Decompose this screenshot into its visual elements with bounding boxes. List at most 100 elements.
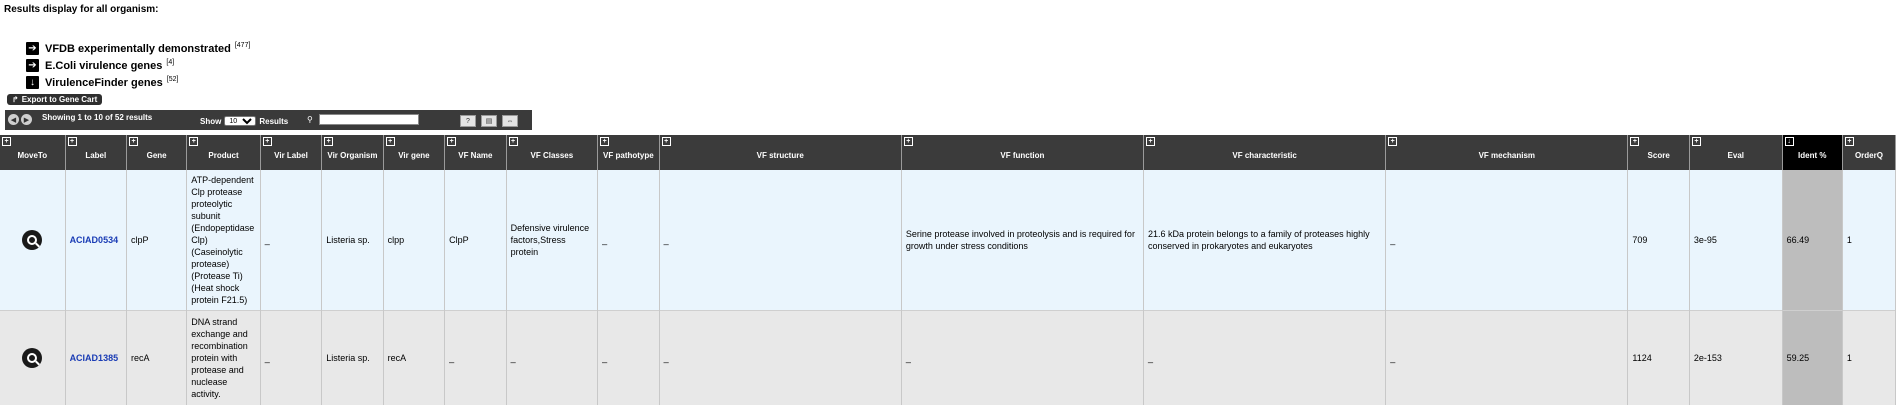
arrow-down-icon: ↓ xyxy=(26,76,39,89)
vf-characteristic-cell: _ xyxy=(1144,311,1386,405)
moveto-cell xyxy=(0,311,65,405)
expand-column-icon[interactable]: + xyxy=(189,137,198,146)
help-icon[interactable]: ? xyxy=(460,115,476,127)
score-cell: 1124 xyxy=(1628,311,1689,405)
vf-source-label: VirulenceFinder genes xyxy=(45,77,163,89)
vf-pathotype-cell: _ xyxy=(598,311,659,405)
expand-column-icon[interactable]: + xyxy=(129,137,138,146)
vf-pathotype-cell: _ xyxy=(598,170,659,311)
vf-source-count: [477] xyxy=(235,42,251,49)
save-icon[interactable]: ▤ xyxy=(481,115,497,127)
table-header-row: +MoveTo +Label +Gene +Product +Vir Label… xyxy=(0,135,1896,170)
vir-label-cell: _ xyxy=(260,311,321,405)
col-header-vf-classes[interactable]: +VF Classes xyxy=(506,135,598,170)
next-page-button[interactable]: ▶ xyxy=(21,114,32,125)
col-header-vir-organism[interactable]: +Vir Organism xyxy=(322,135,383,170)
vf-source-vfdb[interactable]: ➔ VFDB experimentally demonstrated [477] xyxy=(26,40,250,57)
vf-name-cell: ClpP xyxy=(445,170,506,311)
col-header-moveto[interactable]: +MoveTo xyxy=(0,135,65,170)
pagination-nav: ◀ ▶ xyxy=(8,114,32,125)
vf-characteristic-cell: 21.6 kDa protein belongs to a family of … xyxy=(1144,170,1386,311)
eval-cell: 3e-95 xyxy=(1689,170,1782,311)
col-header-vf-characteristic[interactable]: +VF characteristic xyxy=(1144,135,1386,170)
expand-column-icon[interactable]: + xyxy=(68,137,77,146)
vf-mechanism-cell: _ xyxy=(1386,311,1628,405)
search-icon: ⚲ xyxy=(307,115,313,124)
vf-structure-cell: _ xyxy=(659,311,901,405)
results-label: Results xyxy=(259,117,288,126)
col-header-vir-gene[interactable]: +Vir gene xyxy=(383,135,444,170)
vir-label-cell: _ xyxy=(260,170,321,311)
arrow-right-icon: ➔ xyxy=(26,42,39,55)
ident-cell: 59.25 xyxy=(1782,311,1842,405)
score-cell: 709 xyxy=(1628,170,1689,311)
expand-column-icon[interactable]: + xyxy=(1388,137,1397,146)
col-header-vf-pathotype[interactable]: +VF pathotype xyxy=(598,135,659,170)
search-input[interactable] xyxy=(319,114,419,125)
vf-source-list: ➔ VFDB experimentally demonstrated [477]… xyxy=(26,40,250,91)
col-header-label[interactable]: +Label xyxy=(65,135,126,170)
vir-gene-cell: recA xyxy=(383,311,444,405)
sort-descending-icon[interactable]: ↓ xyxy=(1785,137,1794,146)
col-header-ident[interactable]: ↓Ident % xyxy=(1782,135,1842,170)
expand-column-icon[interactable]: + xyxy=(324,137,333,146)
col-header-vf-name[interactable]: +VF Name xyxy=(445,135,506,170)
page-size-control: Show 10 Results xyxy=(200,116,288,126)
expand-column-icon[interactable]: + xyxy=(1146,137,1155,146)
vf-source-label: VFDB experimentally demonstrated xyxy=(45,43,231,55)
results-count: Showing 1 to 10 of 52 results xyxy=(42,113,152,122)
expand-column-icon[interactable]: + xyxy=(509,137,518,146)
vf-function-cell: _ xyxy=(901,311,1143,405)
vf-source-ecoli[interactable]: ➔ E.Coli virulence genes [4] xyxy=(26,57,250,74)
previous-page-button[interactable]: ◀ xyxy=(8,114,19,125)
label-cell: ACIAD0534 xyxy=(65,170,126,311)
vf-source-virulencefinder[interactable]: ↓ VirulenceFinder genes [52] xyxy=(26,74,250,91)
expand-column-icon[interactable]: + xyxy=(2,137,11,146)
gene-cell: clpP xyxy=(127,170,187,311)
table-search: ⚲ xyxy=(307,114,419,125)
col-header-vf-mechanism[interactable]: +VF mechanism xyxy=(1386,135,1628,170)
orderq-cell: 1 xyxy=(1842,170,1895,311)
expand-column-icon[interactable]: + xyxy=(600,137,609,146)
label-cell: ACIAD1385 xyxy=(65,311,126,405)
col-header-vir-label[interactable]: +Vir Label xyxy=(260,135,321,170)
moveto-cell xyxy=(0,170,65,311)
expand-column-icon[interactable]: + xyxy=(1845,137,1854,146)
vir-organism-cell: Listeria sp. xyxy=(322,170,383,311)
gene-label-link[interactable]: ACIAD1385 xyxy=(70,353,119,363)
expand-column-icon[interactable]: + xyxy=(904,137,913,146)
expand-column-icon[interactable]: + xyxy=(1692,137,1701,146)
expand-column-icon[interactable]: + xyxy=(447,137,456,146)
show-label: Show xyxy=(200,117,221,126)
vf-function-cell: Serine protease involved in proteolysis … xyxy=(901,170,1143,311)
vf-structure-cell: _ xyxy=(659,170,901,311)
expand-column-icon[interactable]: + xyxy=(386,137,395,146)
col-header-product[interactable]: +Product xyxy=(187,135,261,170)
expand-column-icon[interactable]: + xyxy=(662,137,671,146)
col-header-score[interactable]: +Score xyxy=(1628,135,1689,170)
ident-cell: 66.49 xyxy=(1782,170,1842,311)
vf-source-label: E.Coli virulence genes xyxy=(45,60,162,72)
magnifier-icon[interactable] xyxy=(22,348,42,368)
table-toolbar: ◀ ▶ Showing 1 to 10 of 52 results Show 1… xyxy=(5,110,532,130)
gene-label-link[interactable]: ACIAD0534 xyxy=(70,235,119,245)
export-label: Export to Gene Cart xyxy=(22,95,98,104)
col-header-orderq[interactable]: +OrderQ xyxy=(1842,135,1895,170)
gene-cell: recA xyxy=(127,311,187,405)
col-header-vf-structure[interactable]: +VF structure xyxy=(659,135,901,170)
magnifier-icon[interactable] xyxy=(22,230,42,250)
vf-mechanism-cell: _ xyxy=(1386,170,1628,311)
table-row: ACIAD1385 recA DNA strand exchange and r… xyxy=(0,311,1896,405)
export-to-gene-cart-button[interactable]: ↱ Export to Gene Cart xyxy=(7,94,102,105)
expand-column-icon[interactable]: + xyxy=(263,137,272,146)
col-header-eval[interactable]: +Eval xyxy=(1689,135,1782,170)
toolbar-icons: ? ▤ ⇔ xyxy=(460,115,518,127)
col-header-vf-function[interactable]: +VF function xyxy=(901,135,1143,170)
page-size-select[interactable]: 10 xyxy=(224,116,256,126)
expand-column-icon[interactable]: + xyxy=(1630,137,1639,146)
share-icon: ↱ xyxy=(12,95,19,104)
arrow-right-icon: ➔ xyxy=(26,59,39,72)
expand-icon[interactable]: ⇔ xyxy=(502,115,518,127)
orderq-cell: 1 xyxy=(1842,311,1895,405)
col-header-gene[interactable]: +Gene xyxy=(127,135,187,170)
